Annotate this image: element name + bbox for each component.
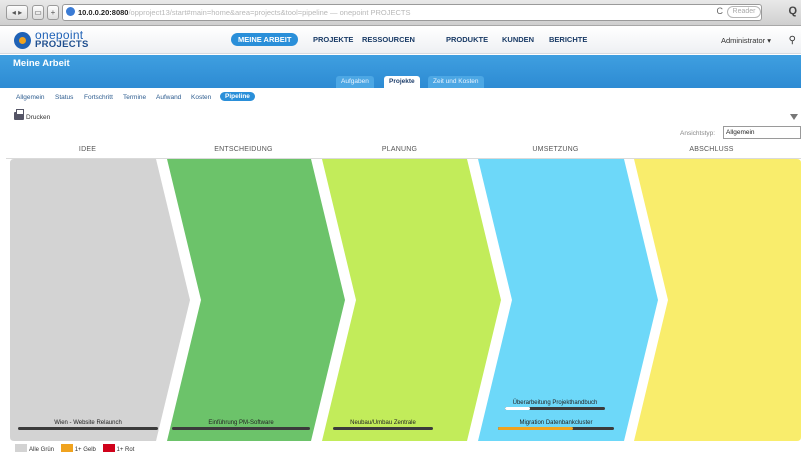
project-name: Einführung PM-Software — [208, 420, 274, 426]
legend-item: 1+ Rot — [102, 444, 135, 455]
project-status-bar — [18, 427, 158, 430]
progress-fill — [505, 407, 530, 410]
legend-item: 1+ Gelb — [60, 444, 96, 455]
pipeline-board: Wien - Website Relaunch Einführung PM-So… — [0, 159, 801, 441]
view-type-select[interactable]: Allgemein — [723, 126, 801, 139]
filter-icon[interactable] — [790, 114, 798, 120]
nav-produkte[interactable]: PRODUKTE — [446, 35, 488, 44]
logo-icon — [14, 32, 31, 49]
add-tab-button[interactable]: + — [47, 5, 59, 20]
back-forward-button[interactable]: ◂ ▸ — [6, 5, 28, 20]
pipeline-chevrons — [10, 159, 801, 441]
phase-header-entscheidung: ENTSCHEIDUNG — [214, 146, 273, 153]
project-name: Überarbeitung Projekthandbuch — [512, 400, 598, 406]
project-card[interactable]: Überarbeitung Projekthandbuch — [505, 400, 605, 410]
view-type-label: Ansichtstyp: — [680, 130, 716, 137]
progress-fill — [498, 427, 574, 430]
tab-kosten[interactable]: Kosten — [191, 94, 211, 101]
project-status-bar — [505, 407, 605, 410]
tab-pipeline[interactable]: Pipeline — [220, 92, 255, 101]
printer-icon — [14, 109, 24, 120]
nav-meine-arbeit[interactable]: MEINE ARBEIT — [231, 33, 299, 46]
project-name: Wien - Website Relaunch — [54, 420, 122, 426]
legend-label: Alle Grün — [29, 447, 55, 453]
project-card[interactable]: Einführung PM-Software — [172, 420, 310, 430]
user-menu[interactable]: Administrator ▾ — [721, 36, 771, 45]
legend-label: 1+ Rot — [116, 447, 135, 453]
project-name: Migration Datenbankcluster — [519, 420, 593, 426]
filter-tabs: Allgemein Status Fortschritt Termine Auf… — [0, 92, 801, 106]
subtab-zeit-und-kosten[interactable]: Zeit und Kosten — [428, 76, 484, 88]
reload-icon[interactable]: C — [717, 6, 724, 16]
legend-label: 1+ Gelb — [74, 447, 96, 453]
project-status-bar — [333, 427, 433, 430]
logo[interactable]: onepoint PROJECTS — [35, 29, 89, 50]
tab-termine[interactable]: Termine — [123, 94, 146, 101]
tab-allgemein[interactable]: Allgemein — [16, 94, 45, 101]
phase-chevron-umsetzung[interactable] — [478, 159, 658, 441]
tab-status[interactable]: Status — [55, 94, 73, 101]
nav-kunden[interactable]: KUNDEN — [502, 35, 534, 44]
phase-header-abschluss: ABSCHLUSS — [689, 146, 734, 153]
project-status-bar — [498, 427, 614, 430]
app-header: onepoint PROJECTS MEINE ARBEIT PROJEKTE … — [0, 27, 801, 54]
logo-line-2: PROJECTS — [35, 39, 89, 50]
bookmarks-icon[interactable]: ▭ — [32, 5, 44, 20]
phase-chevron-idee[interactable] — [10, 159, 190, 441]
subtab-aufgaben[interactable]: Aufgaben — [336, 76, 374, 88]
section-title: Meine Arbeit — [13, 58, 70, 69]
pin-icon[interactable]: ⚲ — [789, 35, 796, 46]
project-card[interactable]: Wien - Website Relaunch — [18, 420, 158, 430]
tab-fortschritt[interactable]: Fortschritt — [84, 94, 113, 101]
phase-header-umsetzung: UMSETZUNG — [532, 146, 579, 153]
print-button[interactable]: Drucken — [14, 109, 51, 123]
nav-projekte[interactable]: PROJEKTE — [313, 35, 353, 44]
project-card[interactable]: Neubau/Umbau Zentrale — [333, 420, 433, 430]
phase-chevron-abschluss[interactable] — [634, 159, 801, 441]
browser-toolbar: ◂ ▸ ▭ + 10.0.0.20:8080/opproject13/start… — [0, 0, 801, 26]
nav-ressourcen[interactable]: RESSOURCEN — [362, 35, 415, 44]
tab-aufwand[interactable]: Aufwand — [156, 94, 181, 101]
phase-header-idee: IDEE — [78, 146, 97, 153]
search-icon[interactable]: Q — [788, 5, 797, 17]
section-bar: Meine Arbeit Aufgaben Projekte Zeit und … — [0, 55, 801, 88]
phase-chevron-planung[interactable] — [322, 159, 501, 441]
legend-swatch — [15, 444, 27, 452]
project-card[interactable]: Migration Datenbankcluster — [498, 420, 614, 430]
globe-icon — [66, 7, 75, 16]
legend-swatch — [60, 444, 73, 452]
url-host: 10.0.0.20:8080 — [78, 8, 129, 17]
phase-header-planung: PLANUNG — [381, 146, 418, 153]
url-path: /opproject13/start#main=home&area=projec… — [128, 8, 411, 17]
project-name: Neubau/Umbau Zentrale — [350, 420, 416, 426]
nav-berichte[interactable]: BERICHTE — [549, 35, 587, 44]
legend-item: Alle Grün — [15, 444, 54, 455]
legend-swatch — [102, 444, 115, 452]
phase-chevron-entscheidung[interactable] — [167, 159, 345, 441]
subtab-projekte[interactable]: Projekte — [384, 76, 420, 88]
print-label: Drucken — [26, 114, 51, 121]
legend: Alle Grün 1+ Gelb 1+ Rot — [15, 444, 139, 453]
address-bar[interactable]: 10.0.0.20:8080/opproject13/start#main=ho… — [62, 4, 762, 21]
project-status-bar — [172, 427, 310, 430]
reader-button[interactable]: Reader — [727, 6, 761, 18]
